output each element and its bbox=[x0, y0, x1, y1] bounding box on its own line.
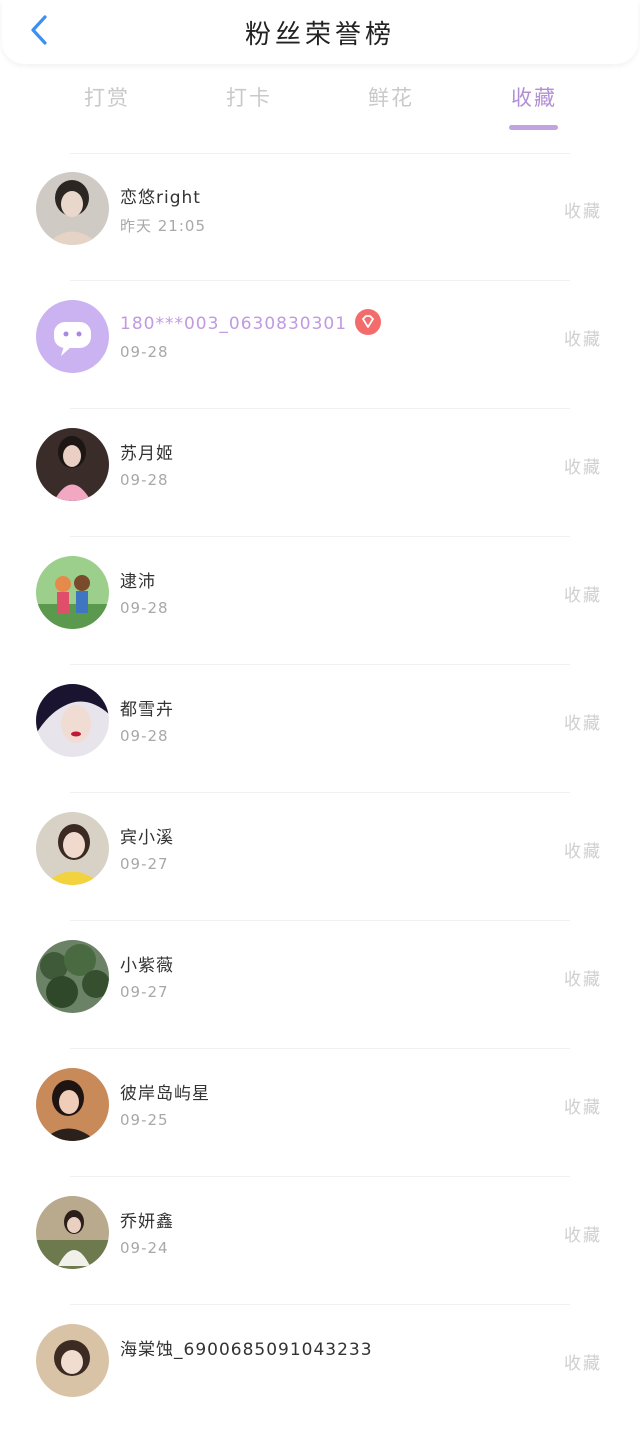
fan-time: 09-27 bbox=[120, 855, 169, 873]
favorite-label: 收藏 bbox=[564, 1098, 602, 1118]
fan-row[interactable]: 宾小溪 09-27 收藏 bbox=[0, 793, 640, 921]
fan-time: 09-27 bbox=[120, 983, 169, 1001]
fan-name: 恋悠right bbox=[120, 188, 201, 208]
favorite-label: 收藏 bbox=[564, 586, 602, 606]
fan-row[interactable]: 海棠蚀_6900685091043233 收藏 bbox=[0, 1305, 640, 1433]
favorite-label: 收藏 bbox=[564, 1226, 602, 1246]
fan-name: 彼岸岛屿星 bbox=[120, 1084, 210, 1104]
avatar[interactable] bbox=[36, 940, 109, 1013]
fan-row[interactable]: 乔妍鑫 09-24 收藏 bbox=[0, 1177, 640, 1305]
fan-name: 海棠蚀_6900685091043233 bbox=[120, 1340, 373, 1360]
avatar[interactable] bbox=[36, 556, 109, 629]
tab-checkin[interactable]: 打卡 bbox=[189, 82, 309, 112]
fan-row[interactable]: 逮沛 09-28 收藏 bbox=[0, 537, 640, 665]
fan-time: 09-28 bbox=[120, 727, 169, 745]
avatar[interactable] bbox=[36, 1068, 109, 1141]
fan-name: 乔妍鑫 bbox=[120, 1212, 174, 1232]
fan-row[interactable]: 苏月姬 09-28 收藏 bbox=[0, 409, 640, 537]
avatar[interactable] bbox=[36, 1324, 109, 1397]
fan-name-row: 180***003_0630830301 bbox=[120, 309, 382, 337]
active-tab-indicator bbox=[509, 125, 558, 130]
tab-flowers[interactable]: 鲜花 bbox=[331, 82, 451, 112]
avatar[interactable] bbox=[36, 684, 109, 757]
vip-badge-icon bbox=[355, 309, 382, 335]
fan-row[interactable]: 彼岸岛屿星 09-25 收藏 bbox=[0, 1049, 640, 1177]
fan-time: 09-24 bbox=[120, 1239, 169, 1257]
favorite-label: 收藏 bbox=[564, 330, 602, 350]
app-header: 粉丝荣誉榜 bbox=[2, 0, 638, 64]
fan-time: 09-28 bbox=[120, 599, 169, 617]
fan-time: 09-28 bbox=[120, 471, 169, 489]
avatar[interactable] bbox=[36, 1196, 109, 1269]
fan-name: 苏月姬 bbox=[120, 444, 174, 464]
avatar[interactable] bbox=[36, 812, 109, 885]
tab-favorite[interactable]: 收藏 bbox=[474, 82, 594, 112]
fan-name: 宾小溪 bbox=[120, 828, 174, 848]
fan-row[interactable]: 都雪卉 09-28 收藏 bbox=[0, 665, 640, 793]
fan-row[interactable]: 小紫薇 09-27 收藏 bbox=[0, 921, 640, 1049]
avatar[interactable] bbox=[36, 172, 109, 245]
fan-row[interactable]: 恋悠right 昨天 21:05 收藏 bbox=[0, 153, 640, 281]
page-title: 粉丝荣誉榜 bbox=[244, 20, 395, 50]
favorite-label: 收藏 bbox=[564, 970, 602, 990]
favorite-label: 收藏 bbox=[564, 714, 602, 734]
avatar[interactable] bbox=[36, 428, 109, 501]
fan-name: 逮沛 bbox=[120, 572, 156, 592]
fan-name: 都雪卉 bbox=[120, 700, 174, 720]
fan-name: 180***003_0630830301 bbox=[120, 314, 348, 334]
fan-row[interactable]: 180***003_0630830301 09-28 收藏 bbox=[0, 281, 640, 409]
favorite-label: 收藏 bbox=[564, 1354, 602, 1374]
favorite-label: 收藏 bbox=[564, 842, 602, 862]
tab-tip[interactable]: 打赏 bbox=[47, 82, 167, 112]
fan-name: 小紫薇 bbox=[120, 956, 174, 976]
fan-time: 09-28 bbox=[120, 343, 169, 361]
favorite-label: 收藏 bbox=[564, 202, 602, 222]
favorite-label: 收藏 bbox=[564, 458, 602, 478]
fan-time: 昨天 21:05 bbox=[120, 217, 206, 235]
fan-time: 09-25 bbox=[120, 1111, 169, 1129]
default-avatar[interactable] bbox=[36, 300, 109, 373]
